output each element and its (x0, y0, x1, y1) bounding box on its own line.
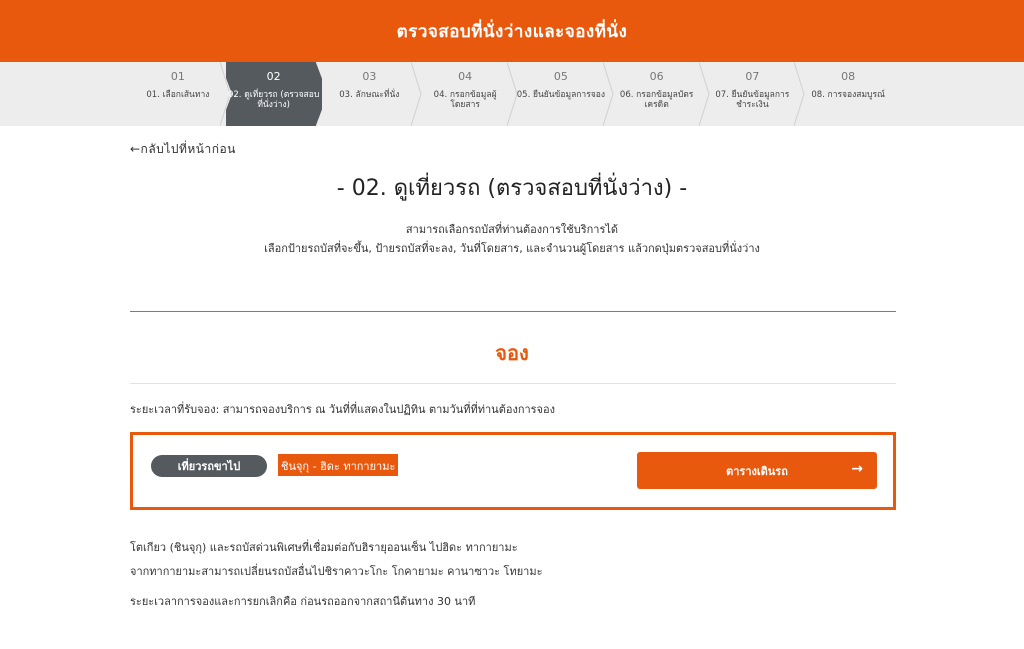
page-title: - 02. ดูเที่ยวรถ (ตรวจสอบที่นั่งว่าง) - (336, 176, 688, 201)
step-04: 04 04. กรอกข้อมูลผู้โดยสาร (417, 62, 518, 126)
step-separator-icon (507, 62, 518, 126)
step-separator-icon (698, 62, 710, 126)
page-description: สามารถเลือกรถบัสที่ท่านต้องการใช้บริการไ… (0, 220, 1024, 258)
timetable-button[interactable]: ตารางเดินรถ → (637, 452, 877, 489)
arrow-right-icon: → (851, 461, 863, 477)
step-number: 08 (841, 70, 856, 83)
step-progress-bar: 01 01. เลือกเส้นทาง 02 02. ดูเที่ยวรถ (ต… (0, 62, 1024, 126)
header-title: ตรวจสอบที่นั่งว่างและจองที่นั่ง (396, 21, 628, 42)
step-05: 05 05. ยืนยันข้อมูลการจอง (513, 62, 614, 126)
step-separator-icon (794, 62, 805, 126)
step-label: 02. ดูเที่ยวรถ (ตรวจสอบที่นั่งว่าง) (227, 90, 320, 110)
note-line-3: ระยะเวลาการจองและการยกเลิกคือ ก่อนรถออกจ… (130, 595, 476, 608)
step-label: 04. กรอกข้อมูลผู้โดยสาร (433, 90, 497, 110)
top-header-bar: ตรวจสอบที่นั่งว่างและจองที่นั่ง (0, 0, 1024, 62)
direction-badge: เที่ยวรถขาไป (151, 455, 267, 477)
timetable-button-label: ตารางเดินรถ (726, 464, 788, 478)
step-number: 03 (362, 70, 377, 83)
step-02-active: 02 02. ดูเที่ยวรถ (ตรวจสอบที่นั่งว่าง) (225, 62, 322, 126)
step-number: 07 (745, 70, 760, 83)
step-label: 01. เลือกเส้นทาง (146, 90, 210, 100)
booking-period-text: ระยะเวลาที่รับจอง: สามารถจองบริการ ณ วัน… (130, 403, 555, 416)
step-separator-icon (602, 62, 614, 126)
step-number: 01 (170, 70, 185, 83)
step-number: 06 (649, 70, 664, 83)
description-line-1: สามารถเลือกรถบัสที่ท่านต้องการใช้บริการไ… (405, 223, 619, 236)
step-08: 08 08. การจองสมบูรณ์ (800, 62, 896, 126)
route-label: ชินจุกุ - ฮิดะ ทากายามะ (278, 454, 399, 476)
step-06: 06 06. กรอกข้อมูลบัตรเครดิต (609, 62, 710, 126)
step-label: 06. กรอกข้อมูลบัตรเครดิต (619, 90, 694, 110)
note-line-2: จากทากายามะสามารถเปลี่ยนรถบัสอื่นไปชิราค… (130, 565, 543, 578)
step-label: 03. ลักษณะที่นั่ง (339, 90, 400, 100)
notes: โตเกียว (ชินจุกุ) และรถบัสด่วนพิเศษที่เช… (130, 536, 543, 614)
section-divider (130, 311, 896, 312)
step-list: 01 01. เลือกเส้นทาง 02 02. ดูเที่ยวรถ (ต… (130, 62, 896, 126)
step-number: 02 (266, 70, 281, 83)
description-line-2: เลือกป้ายรถบัสที่จะขึ้น, ป้ายรถบัสที่จะล… (264, 242, 760, 255)
section-title: จอง (495, 341, 529, 365)
step-label: 05. ยืนยันข้อมูลการจอง (516, 90, 605, 100)
step-label: 07. ยืนยันข้อมูลการชำระเงิน (715, 90, 790, 110)
step-03: 03 03. ลักษณะที่นั่ง (322, 62, 422, 126)
step-separator-icon (411, 62, 422, 126)
back-link[interactable]: ←กลับไปที่หน้าก่อน (130, 140, 236, 159)
note-line-1: โตเกียว (ชินจุกุ) และรถบัสด่วนพิเศษที่เช… (130, 541, 518, 554)
step-07: 07 07. ยืนยันข้อมูลการชำระเงิน (705, 62, 805, 126)
step-number: 04 (458, 70, 473, 83)
step-01: 01 01. เลือกเส้นทาง (130, 62, 231, 126)
step-number: 05 (553, 70, 568, 83)
section-divider-light (130, 383, 896, 384)
booking-box: เที่ยวรถขาไป ชินจุกุ - ฮิดะ ทากายามะ ตาร… (130, 432, 896, 510)
step-label: 08. การจองสมบูรณ์ (811, 90, 885, 100)
